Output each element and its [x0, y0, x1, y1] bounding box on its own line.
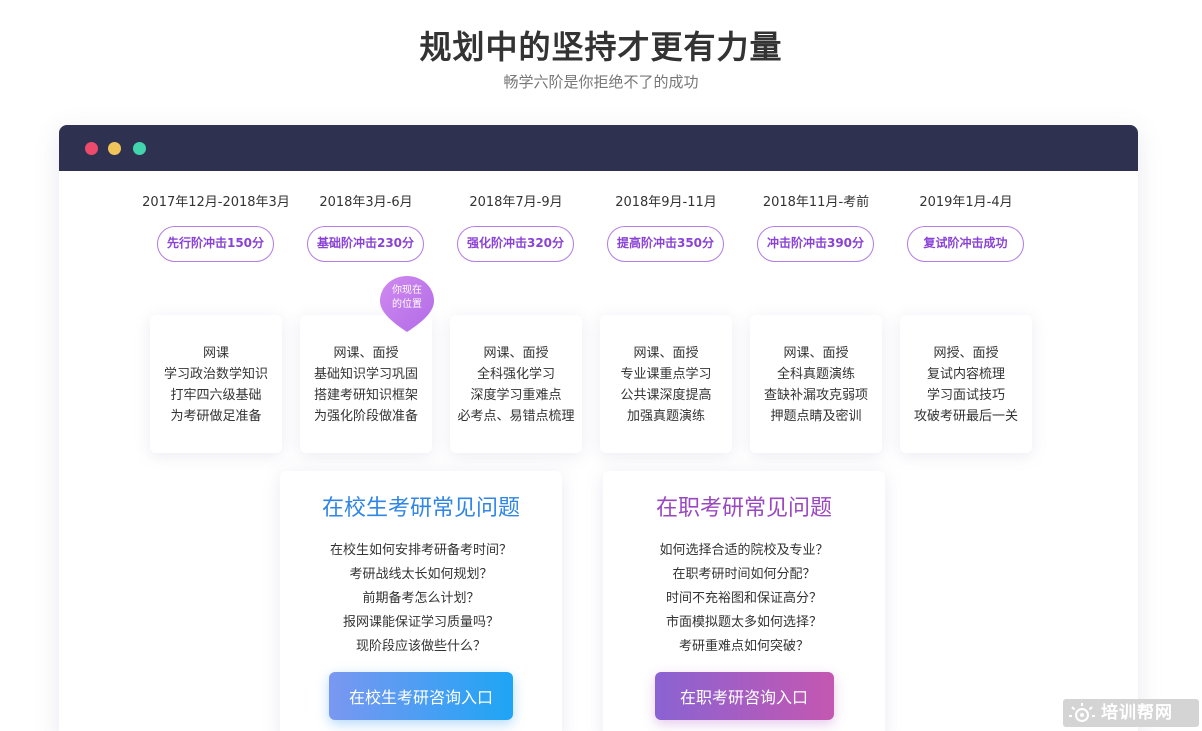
marker-text: 你现在 的位置 [378, 284, 436, 312]
stage-card-line: 学习政治数学知识 [163, 367, 268, 382]
stage-card-line: 基础知识学习巩固 [313, 367, 418, 382]
stage-card-line: 押题点睛及密训 [770, 409, 862, 424]
faq-question-link[interactable]: 前期备考怎么计划？ [280, 587, 562, 611]
stage-card-line: 网课 [202, 346, 229, 361]
stage-pill-button[interactable]: 复试阶冲击成功 [907, 226, 1024, 262]
faq-question-link[interactable]: 在职考研时间如何分配？ [603, 563, 885, 587]
faq-list: 如何选择合适的院校及专业？ 在职考研时间如何分配？ 时间不充裕图和保证高分？ 市… [603, 539, 885, 659]
faq-title: 在职考研常见问题 [655, 496, 832, 521]
faq-question-link[interactable]: 在校生如何安排考研备考时间？ [280, 539, 562, 563]
window-title-bar [59, 125, 1138, 171]
stage-card: 网课、面授 全科强化学习 深度学习重难点 必考点、易错点梳理 [450, 315, 582, 453]
window-minimize-dot[interactable] [108, 142, 121, 155]
stage-card-line: 公共课深度提高 [620, 388, 712, 403]
stage-pill-button[interactable]: 强化阶冲击320分 [457, 226, 574, 262]
window-close-dot[interactable] [85, 142, 98, 155]
working-consult-button[interactable]: 在职考研咨询入口 [654, 672, 834, 720]
stage-card-line: 全科真题演练 [776, 367, 855, 382]
page: 规划中的坚持才更有力量 畅学六阶是你拒绝不了的成功 2017年12月-2018年… [0, 0, 1202, 731]
faq-title: 在校生考研常见问题 [321, 496, 520, 521]
faq-card-campus: 在校生考研常见问题 在校生如何安排考研备考时间？ 考研战线太长如何规划？ 前期备… [280, 471, 562, 731]
watermark-logo: 培训帮网 [1063, 699, 1199, 727]
stage-card-line: 打牢四六级基础 [170, 388, 262, 403]
faq-question-link[interactable]: 考研战线太长如何规划？ [280, 563, 562, 587]
window-maximize-dot[interactable] [133, 142, 146, 155]
faq-question-link[interactable]: 考研重难点如何突破？ [603, 635, 885, 659]
page-title: 规划中的坚持才更有力量 [419, 28, 783, 66]
stage-card: 网课、面授 专业课重点学习 公共课深度提高 加强真题演练 [600, 315, 732, 453]
stage-card-line: 为强化阶段做准备 [313, 409, 418, 424]
stage-card-line: 必考点、易错点梳理 [457, 409, 575, 424]
page-subtitle: 畅学六阶是你拒绝不了的成功 [503, 73, 699, 91]
stage-card-line: 攻破考研最后一关 [913, 409, 1018, 424]
campus-consult-button[interactable]: 在校生考研咨询入口 [329, 672, 513, 720]
stage-date: 2019年1月-4月 [919, 195, 1013, 210]
stage-card-line: 网授、面授 [933, 346, 999, 361]
sun-eye-icon [1069, 703, 1095, 722]
stage-card-line: 全科强化学习 [476, 367, 555, 382]
stage-card-line: 学习面试技巧 [926, 388, 1005, 403]
marker-line: 的位置 [392, 299, 422, 310]
stage-card-line: 专业课重点学习 [620, 367, 712, 382]
browser-window: 2017年12月-2018年3月 先行阶冲击150分 网课 学习政治数学知识 打… [59, 125, 1138, 731]
stage-card: 网课、面授 基础知识学习巩固 搭建考研知识框架 为强化阶段做准备 [300, 315, 432, 453]
watermark-text: 培训帮网 [1101, 703, 1173, 723]
stage-card-line: 网课、面授 [783, 346, 849, 361]
stage-card: 网课、面授 全科真题演练 查缺补漏攻克弱项 押题点睛及密训 [750, 315, 882, 453]
stage-card-line: 网课、面授 [483, 346, 549, 361]
stage-pill-button[interactable]: 先行阶冲击150分 [157, 226, 274, 262]
faq-card-working: 在职考研常见问题 如何选择合适的院校及专业？ 在职考研时间如何分配？ 时间不充裕… [603, 471, 885, 731]
faq-question-link[interactable]: 时间不充裕图和保证高分？ [603, 587, 885, 611]
stage-card-line: 复试内容梳理 [926, 367, 1005, 382]
stage-card-line: 为考研做足准备 [170, 409, 262, 424]
stage-card-line: 搭建考研知识框架 [313, 388, 418, 403]
marker-line: 你现在 [392, 285, 422, 296]
faq-question-link[interactable]: 市面模拟题太多如何选择？ [603, 611, 885, 635]
faq-list: 在校生如何安排考研备考时间？ 考研战线太长如何规划？ 前期备考怎么计划？ 报网课… [280, 539, 562, 659]
stage-pill-button[interactable]: 基础阶冲击230分 [307, 226, 424, 262]
stage-card: 网课 学习政治数学知识 打牢四六级基础 为考研做足准备 [150, 315, 282, 453]
stage-card-line: 加强真题演练 [626, 409, 705, 424]
stage-pill-button[interactable]: 提高阶冲击350分 [607, 226, 724, 262]
stage-card-line: 网课、面授 [333, 346, 399, 361]
current-position-marker: 你现在 的位置 [378, 275, 436, 333]
stage-card: 网授、面授 复试内容梳理 学习面试技巧 攻破考研最后一关 [900, 315, 1032, 453]
faq-question-link[interactable]: 报网课能保证学习质量吗？ [280, 611, 562, 635]
stage-card-line: 深度学习重难点 [470, 388, 562, 403]
stage-pill-button[interactable]: 冲击阶冲击390分 [757, 226, 874, 262]
faq-question-link[interactable]: 如何选择合适的院校及专业？ [603, 539, 885, 563]
stage-card-line: 查缺补漏攻克弱项 [763, 388, 868, 403]
stage-card-line: 网课、面授 [633, 346, 699, 361]
faq-question-link[interactable]: 现阶段应该做些什么？ [280, 635, 562, 659]
